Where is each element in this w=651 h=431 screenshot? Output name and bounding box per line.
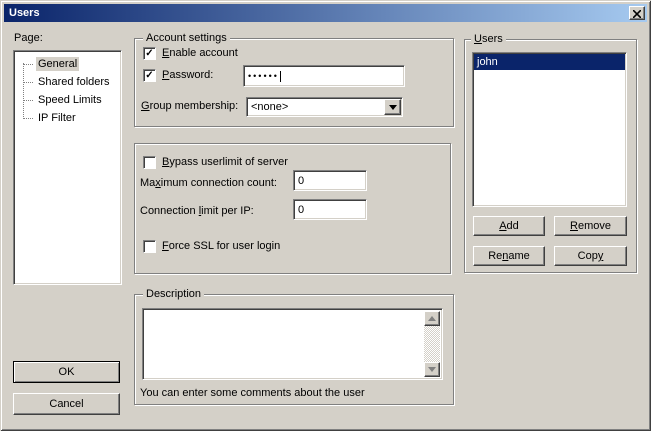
- chevron-up-icon: [428, 312, 436, 321]
- tree-item-label[interactable]: Speed Limits: [36, 93, 104, 107]
- users-listbox[interactable]: john: [472, 52, 627, 207]
- connection-limit-per-ip-value: 0: [298, 204, 304, 216]
- tree-item-label[interactable]: Shared folders: [36, 75, 112, 89]
- description-value[interactable]: [145, 311, 423, 377]
- tree-item-shared-folders[interactable]: Shared folders: [14, 73, 121, 91]
- max-connection-count-input[interactable]: 0: [293, 170, 367, 191]
- connection-limit-per-ip-label: Connection limit per IP:: [140, 205, 254, 218]
- user-list-item[interactable]: john: [474, 54, 625, 70]
- scroll-up-button[interactable]: [424, 311, 440, 326]
- password-label: Password:: [162, 69, 213, 82]
- page-label: Page:: [14, 32, 43, 45]
- force-ssl-label: Force SSL for user login: [162, 240, 280, 253]
- tree-item-label[interactable]: General: [36, 57, 79, 71]
- rename-button[interactable]: Rename: [473, 246, 545, 266]
- cancel-button[interactable]: Cancel: [13, 393, 120, 415]
- chevron-down-icon: [428, 367, 436, 376]
- tree-item-general[interactable]: General: [14, 55, 121, 73]
- remove-button[interactable]: Remove: [554, 216, 627, 236]
- user-name: john: [477, 56, 498, 68]
- description-hint: You can enter some comments about the us…: [140, 387, 365, 400]
- enable-account-checkbox[interactable]: ✓: [143, 47, 156, 60]
- max-connection-count-value: 0: [298, 175, 304, 187]
- password-value: ••••••: [248, 71, 279, 81]
- description-textarea[interactable]: [142, 308, 443, 380]
- close-button[interactable]: [629, 6, 645, 20]
- users-dialog: Users Page: General Shared folders Speed…: [0, 0, 651, 431]
- close-icon: [633, 6, 641, 21]
- copy-button[interactable]: Copy: [554, 246, 627, 266]
- text-caret: [280, 71, 281, 82]
- tree-item-ip-filter[interactable]: IP Filter: [14, 109, 121, 127]
- group-membership-value: <none>: [251, 100, 382, 114]
- bypass-userlimit-label: Bypass userlimit of server: [162, 156, 288, 169]
- ok-button[interactable]: OK: [13, 361, 120, 383]
- account-settings-title: Account settings: [143, 32, 230, 44]
- force-ssl-checkbox[interactable]: [143, 240, 156, 253]
- window-title: Users: [9, 7, 40, 19]
- check-icon: ✓: [145, 71, 153, 81]
- page-tree[interactable]: General Shared folders Speed Limits IP F…: [13, 50, 122, 285]
- scroll-down-button[interactable]: [424, 362, 440, 377]
- add-button[interactable]: Add: [473, 216, 545, 236]
- description-title: Description: [143, 288, 204, 300]
- chevron-down-icon: [389, 105, 397, 114]
- tree-item-label[interactable]: IP Filter: [36, 111, 78, 125]
- combo-dropdown-button[interactable]: [384, 99, 401, 115]
- tree-item-speed-limits[interactable]: Speed Limits: [14, 91, 121, 109]
- enable-account-label: Enable account: [162, 47, 238, 60]
- group-membership-label: Group membership:: [141, 100, 238, 113]
- max-connection-count-label: Maximum connection count:: [140, 177, 277, 190]
- connection-limit-per-ip-input[interactable]: 0: [293, 199, 367, 220]
- password-checkbox[interactable]: ✓: [143, 69, 156, 82]
- check-icon: ✓: [145, 49, 153, 59]
- title-bar[interactable]: Users: [4, 4, 647, 22]
- group-membership-select[interactable]: <none>: [246, 97, 403, 117]
- description-scrollbar[interactable]: [424, 311, 440, 377]
- users-group-title: Users: [471, 33, 506, 45]
- bypass-userlimit-checkbox[interactable]: [143, 156, 156, 169]
- password-input[interactable]: ••••••: [243, 65, 405, 87]
